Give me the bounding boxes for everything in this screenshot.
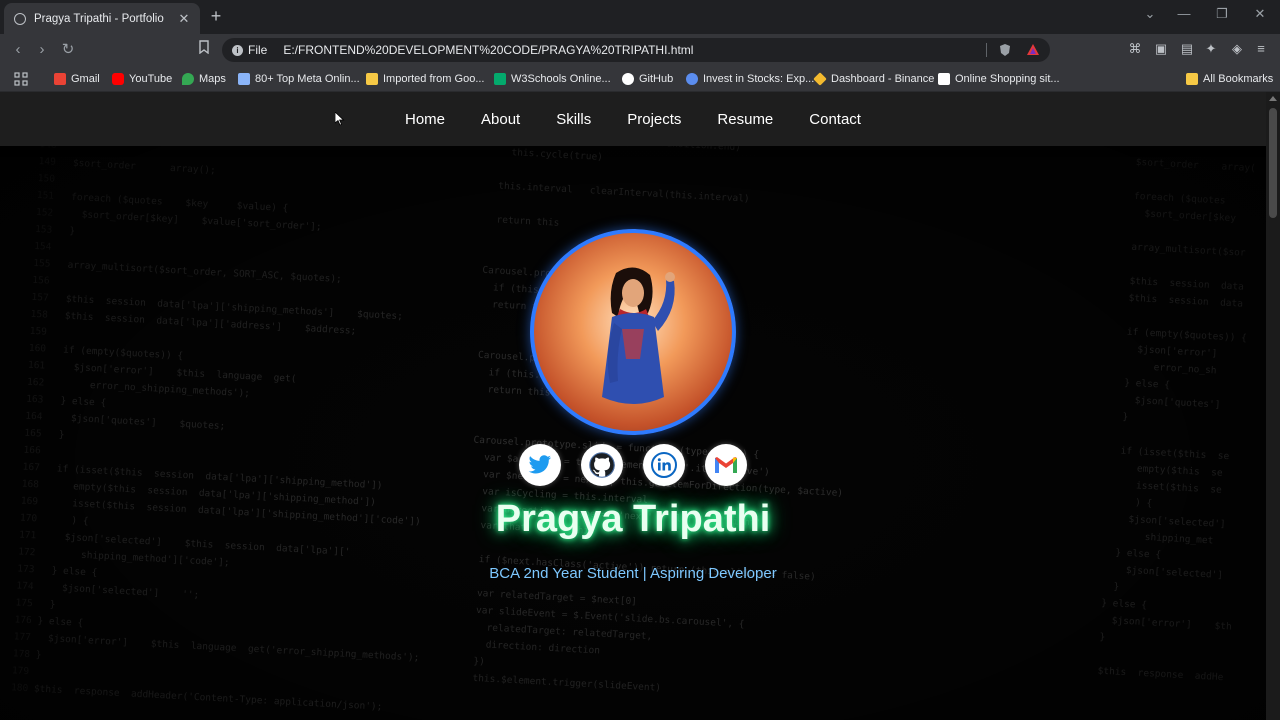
minimize-icon[interactable]: — (1172, 6, 1196, 21)
address-scheme: File (248, 43, 268, 57)
nav-contact[interactable]: Contact (809, 111, 861, 128)
brave-shield-icon[interactable] (998, 43, 1012, 57)
nav-about[interactable]: About (481, 111, 520, 128)
portfolio-page: 148 149 $sort_order array(); 150 151 for… (0, 92, 1266, 720)
bookmark-item[interactable]: 80+ Top Meta Onlin... (238, 71, 360, 87)
bookmark-item[interactable]: Imported from Goo... (366, 71, 484, 87)
twitter-icon (528, 455, 552, 474)
active-tab[interactable]: Pragya Tripathi - Portfolio ✕ (4, 3, 200, 34)
hero-tagline: BCA 2nd Year Student | Aspiring Develope… (489, 565, 777, 582)
restore-icon[interactable]: ❐ (1210, 6, 1234, 22)
forward-icon[interactable]: › (32, 40, 52, 60)
nav-resume[interactable]: Resume (717, 111, 773, 128)
vpn-icon[interactable]: ◈ (1230, 42, 1244, 56)
github-icon (589, 452, 615, 478)
profile-avatar (530, 229, 736, 435)
brave-rewards-icon[interactable] (1026, 43, 1040, 57)
tab-search-dropdown-icon[interactable]: ⌄ (1138, 6, 1162, 22)
bookmark-item[interactable]: Gmail (54, 71, 100, 87)
folder-icon (1186, 73, 1198, 85)
bookmark-item[interactable]: Invest in Stocks: Exp... (686, 71, 814, 87)
profile-photo (602, 267, 675, 404)
tab-title: Pragya Tripathi - Portfolio (34, 12, 164, 25)
bookmark-item[interactable]: Online Shopping sit... (938, 71, 1060, 87)
linkedin-link[interactable] (643, 444, 685, 486)
reload-icon[interactable]: ↻ (58, 40, 78, 60)
page-icon (238, 73, 250, 85)
twitter-link[interactable] (519, 444, 561, 486)
sidebar-icon[interactable]: ▣ (1154, 42, 1168, 56)
binance-icon (813, 72, 827, 86)
address-divider (986, 43, 987, 57)
bookmark-item[interactable]: W3Schools Online... (494, 71, 611, 87)
youtube-icon (112, 73, 124, 85)
address-url[interactable]: E:/FRONTEND%20DEVELOPMENT%20CODE/PRAGYA%… (283, 43, 693, 57)
w3schools-icon (494, 73, 506, 85)
tab-close-icon[interactable]: ✕ (176, 11, 192, 27)
tab-strip: Pragya Tripathi - Portfolio ✕ + ⌄ — ❐ ✕ (0, 0, 1280, 34)
gmail-icon (715, 457, 737, 473)
gmail-icon (54, 73, 66, 85)
window-close-icon[interactable]: ✕ (1248, 6, 1272, 22)
address-bar[interactable]: i File E:/FRONTEND%20DEVELOPMENT%20CODE/… (222, 38, 1050, 62)
mouse-cursor-icon (335, 112, 345, 126)
nav-projects[interactable]: Projects (627, 111, 681, 128)
scrollbar-thumb[interactable] (1269, 108, 1277, 218)
hero-name: Pragya Tripathi (495, 498, 771, 540)
social-links (519, 444, 749, 486)
globe-icon (14, 12, 26, 25)
leo-ai-icon[interactable]: ✦ (1204, 42, 1218, 56)
bookmark-item[interactable]: GitHub (622, 71, 673, 87)
folder-icon (366, 73, 378, 85)
extensions-icon[interactable]: ⌘ (1128, 42, 1142, 56)
invest-icon (686, 73, 698, 85)
new-tab-button[interactable]: + (206, 6, 226, 27)
all-bookmarks[interactable]: All Bookmarks (1186, 71, 1273, 87)
bookmarks-bar: Gmail YouTube Maps 80+ Top Meta Onlin...… (0, 66, 1280, 92)
info-icon[interactable]: i (232, 44, 243, 56)
scroll-up-arrow[interactable] (1269, 96, 1277, 101)
github-icon (622, 73, 634, 85)
nav-home[interactable]: Home (405, 111, 445, 128)
amazon-icon (938, 73, 950, 85)
github-link[interactable] (581, 444, 623, 486)
page-scrollbar[interactable] (1266, 92, 1280, 720)
bookmark-item[interactable]: YouTube (112, 71, 172, 87)
menu-icon[interactable]: ≡ (1254, 42, 1268, 56)
linkedin-icon (651, 452, 677, 478)
wallet-icon[interactable]: ▤ (1180, 42, 1194, 56)
site-nav: Home About Skills Projects Resume Contac… (0, 92, 1266, 146)
apps-grid-icon[interactable] (14, 71, 28, 87)
browser-toolbar: ‹ › ↻ i File E:/FRONTEND%20DEVELOPMENT%2… (0, 34, 1280, 66)
bookmark-item[interactable]: Maps (182, 71, 226, 87)
gmail-link[interactable] (705, 444, 747, 486)
maps-icon (182, 73, 194, 85)
bookmark-item[interactable]: Dashboard - Binance (813, 71, 934, 87)
nav-skills[interactable]: Skills (556, 111, 591, 128)
back-icon[interactable]: ‹ (8, 40, 28, 60)
bookmark-icon[interactable] (194, 40, 214, 60)
